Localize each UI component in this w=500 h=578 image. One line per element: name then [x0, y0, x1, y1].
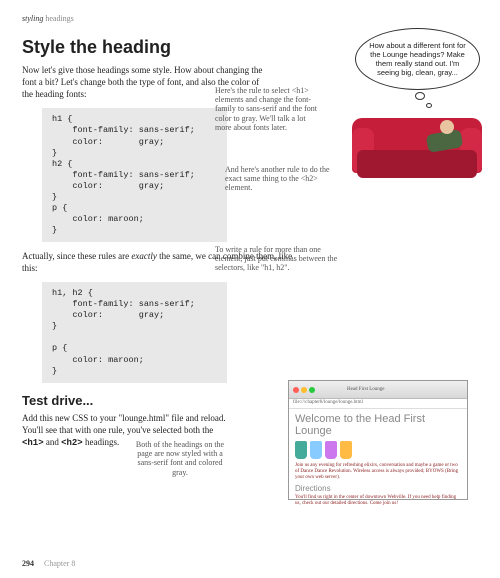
page-footer: 294 Chapter 8 — [22, 559, 75, 568]
code-block-1: h1 { font-family: sans-serif; color: gra… — [42, 108, 227, 242]
bubble-dot-icon — [415, 92, 425, 100]
thought-bubble-text: How about a different font for the Loung… — [366, 41, 469, 77]
traffic-close-icon — [293, 387, 299, 393]
annotation-4: Both of the headings on the page are now… — [130, 440, 230, 477]
code-block-2: h1, h2 { font-family: sans-serif; color:… — [42, 282, 227, 382]
browser-h1: Welcome to the Head First Lounge — [295, 413, 461, 437]
page-number: 294 — [22, 559, 34, 568]
browser-titlebar: Head First Lounge — [289, 381, 467, 399]
browser-body: Welcome to the Head First Lounge Join us… — [289, 409, 467, 514]
traffic-min-icon — [301, 387, 307, 393]
chapter-label: Chapter 8 — [44, 559, 75, 568]
browser-title: Head First Lounge — [347, 387, 385, 392]
annotation-1: Here's the rule to select <h1> elements … — [215, 86, 320, 132]
running-header: styling headings — [22, 14, 478, 23]
browser-p1: Join us any evening for refreshing elixi… — [295, 463, 461, 481]
bubble-dot-icon — [426, 103, 432, 108]
drinks-image — [295, 441, 461, 459]
browser-mockup: Head First Lounge file:///chapter8/loung… — [288, 380, 468, 500]
traffic-max-icon — [309, 387, 315, 393]
annotation-2: And here's another rule to do the exact … — [225, 165, 335, 193]
thought-bubble: How about a different font for the Loung… — [355, 28, 480, 90]
browser-p2: You'll find us right in the center of do… — [295, 495, 461, 507]
browser-url-bar: file:///chapter8/lounge/lounge.html — [289, 399, 467, 409]
couch-illustration — [352, 110, 482, 185]
running-header-em: styling — [22, 14, 43, 23]
browser-h2: Directions — [295, 484, 461, 493]
running-header-rest: headings — [45, 14, 73, 23]
annotation-3: To write a rule for more than one elemen… — [215, 245, 350, 273]
